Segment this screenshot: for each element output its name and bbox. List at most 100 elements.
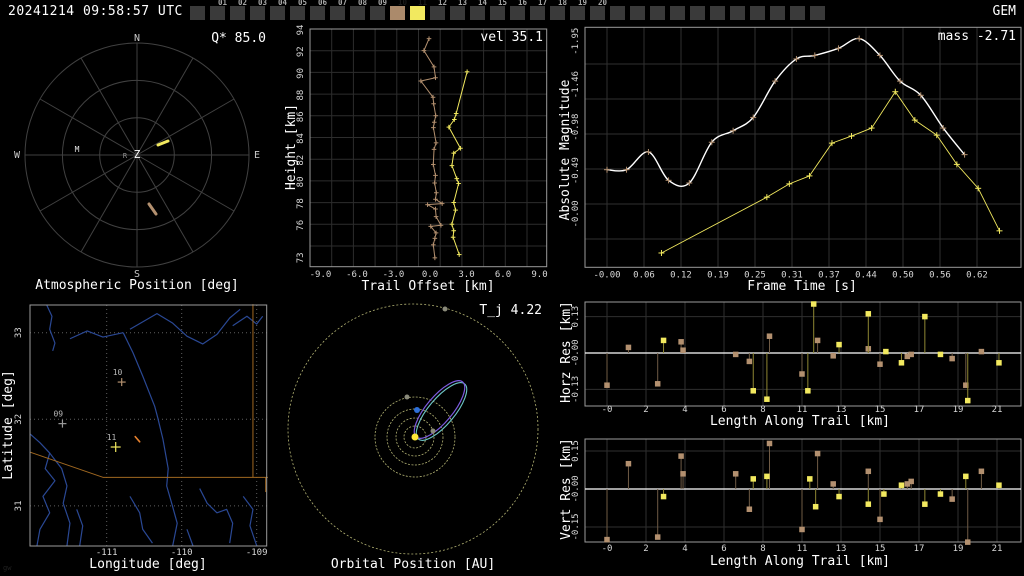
svg-text:21: 21: [992, 405, 1003, 415]
frame-slot-blank-26[interactable]: [710, 0, 730, 24]
frame-slot-16[interactable]: 16: [510, 0, 530, 24]
svg-text:-1.95: -1.95: [571, 28, 581, 55]
frame-slot-box: [430, 6, 445, 20]
frame-slot-box: [690, 6, 705, 20]
frame-slot-number: 07: [337, 0, 347, 7]
frame-slot-07[interactable]: 07: [330, 0, 350, 24]
frame-slot-blank-25[interactable]: [690, 0, 710, 24]
horz-res-axis-label: Horz Res [km]: [559, 301, 574, 403]
longitude-axis-label: Longitude [deg]: [89, 557, 207, 572]
trail-offset-chart: -9.0 -6.0 -3.0 0.0 3.0 6.0 9.09492908886848280…: [296, 25, 548, 280]
frame-slot-04[interactable]: 04: [270, 0, 290, 24]
height-axis-label: Height [km]: [284, 103, 299, 191]
svg-text:-109: -109: [246, 548, 268, 558]
frame-slot-number: 15: [497, 0, 507, 7]
light-curve-chart: -0.00 0.06 0.12 0.19 0.25 0.31 0.37 0.44 0.50 0.5…: [571, 26, 1022, 281]
svg-text:-0: -0: [602, 544, 613, 554]
frame-slot-blank-22[interactable]: [630, 0, 650, 24]
frame-slot-box: [370, 6, 385, 20]
svg-text:8: 8: [760, 544, 765, 554]
frame-slot-blank-21[interactable]: [610, 0, 630, 24]
frame-slot-box: [490, 6, 505, 20]
frame-slot-17[interactable]: 17: [530, 0, 550, 24]
vert-res-axis-label: Vert Res [km]: [559, 438, 574, 540]
frame-slot-box: [190, 6, 205, 20]
svg-text:-9.0: -9.0: [310, 270, 332, 280]
svg-text:31: 31: [14, 500, 24, 511]
svg-text:0.44: 0.44: [855, 271, 877, 281]
atmospheric-position-chart: NESW ZRM: [14, 33, 260, 280]
frame-slot-02[interactable]: 02: [230, 0, 250, 24]
frame-slot-number: 03: [257, 0, 267, 7]
frame-slot-08[interactable]: 08: [350, 0, 370, 24]
frame-slot-number: 18: [557, 0, 567, 7]
frame-slot-box: [210, 6, 225, 20]
frame-slot-box: [390, 6, 405, 20]
frame-slot-blank-30[interactable]: [790, 0, 810, 24]
frame-slot-03[interactable]: 03: [250, 0, 270, 24]
frame-slot-box: [510, 6, 525, 20]
frame-slot-19[interactable]: 19: [570, 0, 590, 24]
frame-slot-box: [230, 6, 245, 20]
frame-slot-06[interactable]: 06: [310, 0, 330, 24]
frame-slot-box: [410, 6, 425, 20]
svg-text:4: 4: [682, 544, 687, 554]
corner-watermark: gw: [3, 564, 12, 572]
svg-text:6.0: 6.0: [495, 270, 511, 280]
frame-slot-14[interactable]: 14: [470, 0, 490, 24]
mass-label: mass -2.71: [937, 29, 1016, 44]
frame-slot-number: 12: [437, 0, 447, 7]
svg-text:15: 15: [875, 544, 886, 554]
frame-slot-number: 14: [477, 0, 487, 7]
frame-slot-18[interactable]: 18: [550, 0, 570, 24]
orbital-position-title: Orbital Position [AU]: [330, 557, 496, 572]
svg-text:0.62: 0.62: [966, 271, 988, 281]
frame-slot-20[interactable]: 20: [590, 0, 610, 24]
frame-slot-09[interactable]: 09: [370, 0, 390, 24]
svg-text:4: 4: [682, 405, 687, 415]
orbital-position-chart: [287, 303, 539, 555]
frame-slot-box: [790, 6, 805, 20]
frame-slot-strip: 01 02 03 04 05 06 07 08 09 10 11 12 13 14 15 16 17 18 19 20: [190, 0, 830, 24]
frame-slot-blank-23[interactable]: [650, 0, 670, 24]
frame-slot-blank-31[interactable]: [810, 0, 830, 24]
frame-slot-box: [310, 6, 325, 20]
frame-slot-box: [270, 6, 285, 20]
frame-slot-number: 01: [217, 0, 227, 7]
latitude-axis-label: Latitude [deg]: [1, 370, 16, 480]
frame-slot-blank-24[interactable]: [670, 0, 690, 24]
frame-slot-box: [330, 6, 345, 20]
frame-slot-box: [650, 6, 665, 20]
frame-slot-number: 04: [277, 0, 287, 7]
frame-slot-blank-28[interactable]: [750, 0, 770, 24]
frame-time-axis-label: Frame Time [s]: [747, 279, 857, 294]
frame-slot-blank-0[interactable]: [190, 0, 210, 24]
frame-slot-01[interactable]: 01: [210, 0, 230, 24]
frame-slot-15[interactable]: 15: [490, 0, 510, 24]
frame-slot-blank-27[interactable]: [730, 0, 750, 24]
svg-text:19: 19: [953, 544, 964, 554]
frame-slot-05[interactable]: 05: [290, 0, 310, 24]
svg-text:90: 90: [296, 68, 306, 79]
frame-slot-box: [250, 6, 265, 20]
svg-text:2: 2: [643, 405, 648, 415]
frame-slot-12[interactable]: 12: [430, 0, 450, 24]
frame-slot-number: 11: [417, 0, 427, 7]
frame-slot-13[interactable]: 13: [450, 0, 470, 24]
svg-text:19: 19: [953, 405, 964, 415]
frame-slot-blank-29[interactable]: [770, 0, 790, 24]
svg-text:11: 11: [797, 544, 808, 554]
ground-map-chart: 091011-111 -110 -109333231: [14, 304, 268, 558]
shower-code-badge: GEM: [992, 4, 1016, 19]
svg-text:-0: -0: [602, 405, 613, 415]
frame-slot-number: 10: [397, 0, 407, 7]
frame-slot-10[interactable]: 10: [390, 0, 410, 24]
svg-text:Z: Z: [134, 148, 141, 161]
svg-text:0.50: 0.50: [892, 271, 914, 281]
frame-slot-11[interactable]: 11: [410, 0, 430, 24]
svg-text:94: 94: [296, 25, 306, 36]
svg-text:10: 10: [113, 368, 123, 377]
frame-slot-number: 20: [597, 0, 607, 7]
svg-text:0.06: 0.06: [633, 271, 655, 281]
frame-slot-box: [810, 6, 825, 20]
